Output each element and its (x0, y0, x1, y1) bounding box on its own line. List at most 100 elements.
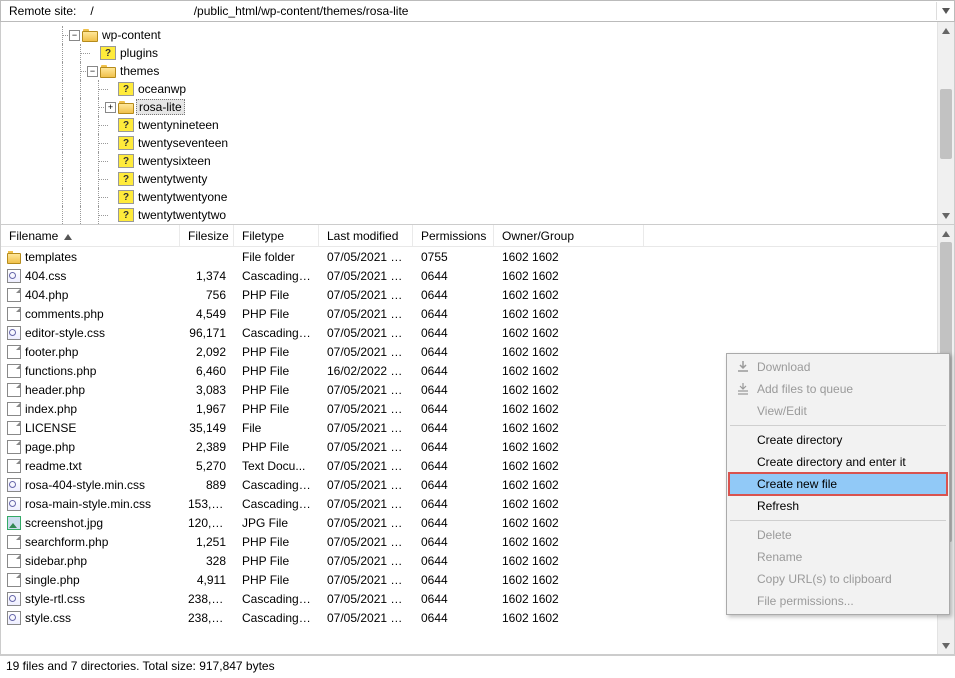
tree-item[interactable]: ?twentyseventeen (7, 134, 954, 152)
file-name: sidebar.php (25, 554, 87, 568)
file-owner: searchform.php (1, 535, 180, 549)
tree-item[interactable]: ?twentytwenty (7, 170, 954, 188)
tree-item[interactable]: ?twentysixteen (7, 152, 954, 170)
file-permissions: 0644 (413, 497, 494, 511)
folder-icon (82, 29, 98, 42)
column-filetype[interactable]: Filetype (234, 225, 319, 246)
file-permissions: 0644 (413, 269, 494, 283)
file-size: 756 (180, 288, 234, 302)
file-type: Text Docu... (234, 459, 319, 473)
file-type: File folder (234, 250, 319, 264)
remote-tree[interactable]: − wp-content ?plugins − themes ?oceanwp + rosa-… (1, 22, 954, 224)
file-size: 1,967 (180, 402, 234, 416)
tree-item[interactable]: ?plugins (7, 44, 954, 62)
file-type: Cascading ... (234, 611, 319, 625)
file-owner: style-rtl.css (1, 592, 180, 606)
file-row[interactable]: templatesFile folder07/05/2021 19:...075… (1, 247, 954, 266)
expand-icon[interactable]: + (105, 102, 116, 113)
unknown-folder-icon: ? (100, 46, 116, 60)
file-name: footer.php (25, 345, 78, 359)
file-name: templates (25, 250, 77, 264)
css-file-icon (7, 497, 21, 511)
remote-path-input[interactable] (84, 1, 936, 21)
file-icon (7, 421, 21, 435)
tree-item-label: rosa-lite (136, 99, 185, 115)
file-name: functions.php (25, 364, 96, 378)
image-file-icon (7, 516, 21, 530)
column-modified[interactable]: Last modified (319, 225, 413, 246)
file-row[interactable]: comments.php4,549PHP File07/05/2021 19:.… (1, 304, 954, 323)
file-owner: 404.php (1, 288, 180, 302)
tree-item[interactable]: ?twentytwentyone (7, 188, 954, 206)
file-list-header: Filename Filesize Filetype Last modified… (1, 225, 954, 247)
file-modified: 07/05/2021 19:... (319, 497, 413, 511)
file-type: PHP File (234, 535, 319, 549)
file-icon (7, 535, 21, 549)
file-size: 1,374 (180, 269, 234, 283)
file-name: rosa-404-style.min.css (25, 478, 145, 492)
file-type: PHP File (234, 288, 319, 302)
scrollbar-up-icon[interactable] (938, 22, 954, 39)
file-icon (7, 459, 21, 473)
collapse-icon[interactable]: − (87, 66, 98, 77)
tree-item[interactable]: ?oceanwp (7, 80, 954, 98)
scrollbar-thumb[interactable] (940, 89, 952, 159)
menu-view-edit: View/Edit (729, 400, 947, 422)
file-row[interactable]: 404.php756PHP File07/05/2021 19:...06441… (1, 285, 954, 304)
tree-item-label: twentytwentytwo (138, 208, 226, 222)
file-name: header.php (25, 383, 85, 397)
file-permissions: 0644 (413, 402, 494, 416)
file-type: PHP File (234, 440, 319, 454)
tree-item-label: twentyseventeen (138, 136, 228, 150)
css-file-icon (7, 478, 21, 492)
file-permissions: 0644 (413, 573, 494, 587)
file-name: page.php (25, 440, 75, 454)
file-modified: 07/05/2021 19:... (319, 326, 413, 340)
column-filesize[interactable]: Filesize (180, 225, 234, 246)
tree-item[interactable]: + rosa-lite (7, 98, 954, 116)
file-row[interactable]: 404.css1,374Cascading ...07/05/2021 19:.… (1, 266, 954, 285)
column-filename[interactable]: Filename (1, 225, 180, 246)
collapse-icon[interactable]: − (69, 30, 80, 41)
sort-arrow-icon (64, 229, 72, 243)
file-owner: functions.php (1, 364, 180, 378)
tree-scrollbar[interactable] (937, 22, 954, 224)
tree-item[interactable]: ?twentytwentytwo (7, 206, 954, 224)
file-owner: LICENSE (1, 421, 180, 435)
file-permissions: 0644 (413, 592, 494, 606)
file-owner: footer.php (1, 345, 180, 359)
scrollbar-up-icon[interactable] (938, 225, 954, 242)
file-owner: rosa-404-style.min.css (1, 478, 180, 492)
file-name: LICENSE (25, 421, 76, 435)
file-name: rosa-main-style.min.css (25, 497, 151, 511)
file-owner: page.php (1, 440, 180, 454)
menu-refresh[interactable]: Refresh (729, 495, 947, 517)
column-owner[interactable]: Owner/Group (494, 225, 644, 246)
menu-delete: Delete (729, 524, 947, 546)
path-dropdown-button[interactable] (936, 2, 954, 20)
tree-item[interactable]: − themes (7, 62, 954, 80)
file-modified: 07/05/2021 19:... (319, 554, 413, 568)
remote-tree-pane: − wp-content ?plugins − themes ?oceanwp + rosa-… (0, 22, 955, 225)
column-permissions[interactable]: Permissions (413, 225, 494, 246)
scrollbar-down-icon[interactable] (938, 637, 954, 654)
menu-create-new-file[interactable]: Create new file (729, 473, 947, 495)
chevron-down-icon (942, 8, 950, 14)
tree-item[interactable]: − wp-content (7, 26, 954, 44)
file-modified: 07/05/2021 19:... (319, 402, 413, 416)
folder-icon (100, 65, 116, 78)
tree-item[interactable]: ?twentynineteen (7, 116, 954, 134)
tree-item-label: wp-content (102, 28, 161, 42)
file-size: 153,260 (180, 497, 234, 511)
menu-create-directory[interactable]: Create directory (729, 429, 947, 451)
css-file-icon (7, 269, 21, 283)
file-name: style.css (25, 611, 71, 625)
file-size: 1,251 (180, 535, 234, 549)
tree-item-label: themes (120, 64, 159, 78)
scrollbar-down-icon[interactable] (938, 207, 954, 224)
file-name: 404.php (25, 288, 68, 302)
menu-create-directory-enter[interactable]: Create directory and enter it (729, 451, 947, 473)
file-permissions: 0644 (413, 611, 494, 625)
file-modified: 07/05/2021 19:... (319, 573, 413, 587)
file-row[interactable]: editor-style.css96,171Cascading ...07/05… (1, 323, 954, 342)
